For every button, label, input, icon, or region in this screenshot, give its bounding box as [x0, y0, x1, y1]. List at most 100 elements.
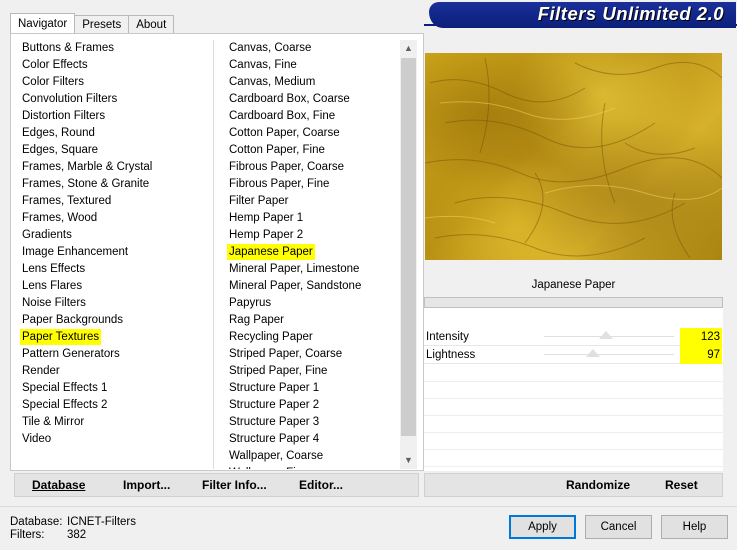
category-item-label: Color Filters [22, 76, 84, 88]
filter-list-item[interactable]: Canvas, Medium [219, 74, 397, 91]
preview-image [425, 53, 722, 260]
filter-item-label: Fibrous Paper, Coarse [229, 161, 345, 173]
intensity-row[interactable]: Intensity 123 [424, 328, 723, 346]
filter-list-item[interactable]: Canvas, Coarse [219, 40, 397, 57]
filter-list-item[interactable]: Recycling Paper [219, 329, 397, 346]
filter-list-item[interactable]: Fibrous Paper, Coarse [219, 159, 397, 176]
filter-item-label: Cotton Paper, Coarse [229, 127, 340, 139]
category-list-item[interactable]: Special Effects 2 [12, 397, 208, 414]
category-list-item[interactable]: Noise Filters [12, 295, 208, 312]
import-button[interactable]: Import... [123, 474, 170, 496]
lightness-slider-track[interactable] [544, 354, 674, 355]
editor-button[interactable]: Editor... [299, 474, 343, 496]
category-list-item[interactable]: Gradients [12, 227, 208, 244]
category-list-item[interactable]: Frames, Marble & Crystal [12, 159, 208, 176]
filters-count-label: Filters: [10, 529, 45, 541]
filter-list-item[interactable]: Fibrous Paper, Fine [219, 176, 397, 193]
filter-list-item[interactable]: Cotton Paper, Fine [219, 142, 397, 159]
filter-list-item[interactable]: Canvas, Fine [219, 57, 397, 74]
filter-list-item[interactable]: Papyrus [219, 295, 397, 312]
filter-list-item[interactable]: Hemp Paper 1 [219, 210, 397, 227]
category-item-label: Lens Effects [22, 263, 86, 275]
scroll-down-icon[interactable]: ▼ [400, 452, 417, 469]
category-list-item[interactable]: Pattern Generators [12, 346, 208, 363]
filter-item-label: Structure Paper 4 [229, 433, 320, 445]
category-item-label: Paper Backgrounds [22, 314, 124, 326]
database-button[interactable]: Database [32, 474, 85, 496]
filter-list-item[interactable]: Rag Paper [219, 312, 397, 329]
lightness-value[interactable]: 97 [680, 346, 722, 364]
texture-fibers [425, 57, 722, 259]
filter-list-item[interactable]: Mineral Paper, Sandstone [219, 278, 397, 295]
category-list-item[interactable]: Edges, Round [12, 125, 208, 142]
filter-list-item[interactable]: Striped Paper, Fine [219, 363, 397, 380]
category-item-label: Video [22, 433, 52, 445]
filter-list-item[interactable]: Structure Paper 4 [219, 431, 397, 448]
category-list-item[interactable]: Tile & Mirror [12, 414, 208, 431]
category-list-item[interactable]: Edges, Square [12, 142, 208, 159]
category-item-label: Paper Textures [20, 329, 102, 345]
tab-navigator[interactable]: Navigator [10, 13, 76, 35]
category-list-item[interactable]: Render [12, 363, 208, 380]
category-item-label: Special Effects 1 [22, 382, 108, 394]
category-list-item[interactable]: Color Filters [12, 74, 208, 91]
category-list-item[interactable]: Paper Backgrounds [12, 312, 208, 329]
category-list-item[interactable]: Special Effects 1 [12, 380, 208, 397]
filter-list-scrollbar[interactable]: ▲ ▼ [400, 40, 417, 469]
category-item-label: Frames, Stone & Granite [22, 178, 150, 190]
category-list-item[interactable]: Frames, Textured [12, 193, 208, 210]
filters-count-value: 382 [67, 529, 87, 541]
help-button[interactable]: Help [661, 515, 728, 539]
filter-item-label: Hemp Paper 1 [229, 212, 304, 224]
scroll-up-icon[interactable]: ▲ [400, 40, 417, 57]
filter-list-item[interactable]: Hemp Paper 2 [219, 227, 397, 244]
intensity-value[interactable]: 123 [680, 328, 722, 346]
cancel-button[interactable]: Cancel [585, 515, 652, 539]
category-list-item[interactable]: Frames, Wood [12, 210, 208, 227]
filter-item-label: Mineral Paper, Sandstone [229, 280, 362, 292]
category-list[interactable]: Buttons & Frames Color Effects Color Filte… [12, 40, 208, 448]
category-list-item[interactable]: Image Enhancement [12, 244, 208, 261]
filter-list-item[interactable]: Structure Paper 3 [219, 414, 397, 431]
reset-button[interactable]: Reset [665, 474, 698, 496]
filter-list-item[interactable]: Cardboard Box, Coarse [219, 91, 397, 108]
filter-list-item[interactable]: Structure Paper 2 [219, 397, 397, 414]
category-list-item[interactable]: Buttons & Frames [12, 40, 208, 57]
filter-progress-bar [424, 297, 723, 308]
filter-list-item[interactable]: Cardboard Box, Fine [219, 108, 397, 125]
scroll-thumb[interactable] [401, 58, 416, 436]
category-list-item[interactable]: Convolution Filters [12, 91, 208, 108]
filter-item-label: Fibrous Paper, Fine [229, 178, 330, 190]
category-list-item[interactable]: Lens Effects [12, 261, 208, 278]
filter-list-item[interactable]: Cotton Paper, Coarse [219, 125, 397, 142]
category-item-label: Frames, Marble & Crystal [22, 161, 153, 173]
filter-item-label: Canvas, Coarse [229, 42, 312, 54]
filter-list[interactable]: Canvas, Coarse Canvas, Fine Canvas, Medium… [219, 40, 397, 469]
intensity-slider-thumb[interactable] [599, 331, 614, 339]
category-list-item[interactable]: Frames, Stone & Granite [12, 176, 208, 193]
tab-about[interactable]: About [128, 15, 175, 34]
category-list-item[interactable]: Lens Flares [12, 278, 208, 295]
empty-param-row [424, 433, 723, 450]
filter-list-item[interactable]: Wallpaper, Coarse [219, 448, 397, 465]
filter-info-button[interactable]: Filter Info... [202, 474, 267, 496]
apply-button[interactable]: Apply [509, 515, 576, 539]
filter-list-item[interactable]: Structure Paper 1 [219, 380, 397, 397]
category-list-item[interactable]: Color Effects [12, 57, 208, 74]
filter-list-item[interactable]: Wallpaper, Fine [219, 465, 397, 469]
lightness-row[interactable]: Lightness 97 [424, 346, 723, 364]
category-list-item[interactable]: Video [12, 431, 208, 448]
filter-item-label: Cardboard Box, Fine [229, 110, 336, 122]
category-list-item[interactable]: Distortion Filters [12, 108, 208, 125]
empty-param-row [424, 365, 723, 382]
tab-presets[interactable]: Presets [74, 15, 130, 34]
filter-list-item[interactable]: Japanese Paper [219, 244, 397, 261]
lightness-slider-thumb[interactable] [586, 349, 601, 357]
category-list-item[interactable]: Paper Textures [12, 329, 208, 346]
filter-list-item[interactable]: Striped Paper, Coarse [219, 346, 397, 363]
list-divider [213, 40, 214, 469]
filter-list-item[interactable]: Mineral Paper, Limestone [219, 261, 397, 278]
filter-list-item[interactable]: Filter Paper [219, 193, 397, 210]
empty-param-row [424, 382, 723, 399]
randomize-button[interactable]: Randomize [566, 474, 630, 496]
